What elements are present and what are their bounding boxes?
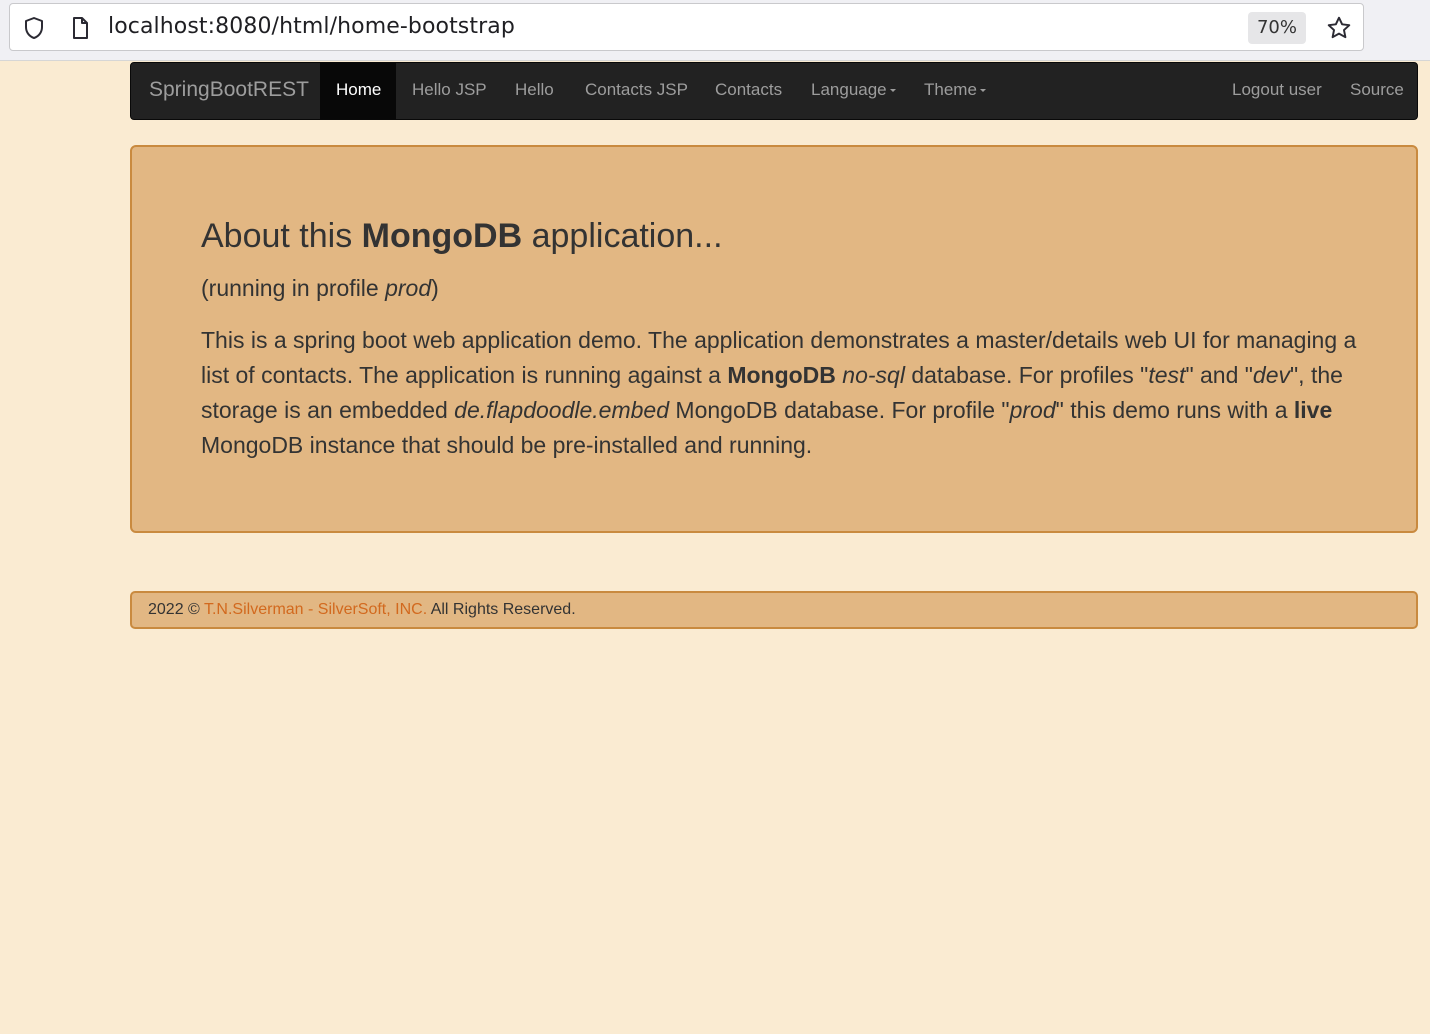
nav-item-source[interactable]: Source [1334, 63, 1420, 119]
nav-item-hello-jsp[interactable]: Hello JSP [396, 63, 503, 119]
desc-text: " this demo runs with a [1055, 397, 1294, 423]
nav-dropdown-theme[interactable]: Theme [908, 63, 1002, 119]
title-bold-text: MongoDB [361, 217, 523, 255]
desc-italic: de.flapdoodle.embed [454, 397, 670, 423]
nav-item-logout[interactable]: Logout user [1216, 63, 1338, 119]
description: This is a spring boot web application de… [201, 323, 1361, 463]
desc-italic: dev [1252, 362, 1291, 388]
title-text: application... [522, 217, 723, 255]
about-panel: About this MongoDB application... (runni… [130, 145, 1418, 533]
desc-text: " and " [1185, 362, 1253, 388]
footer: 2022 © T.N.Silverman - SilverSoft, INC. … [130, 591, 1418, 629]
desc-text: MongoDB instance that should be pre-inst… [201, 432, 813, 458]
footer-copyright: 2022 © [148, 601, 200, 618]
profile-text: ) [431, 275, 439, 301]
nav-dropdown-theme-label: Theme [924, 80, 977, 99]
desc-italic: test [1148, 362, 1186, 388]
caret-down-icon [979, 89, 986, 93]
nav-dropdown-language-label: Language [811, 80, 887, 99]
bookmark-star-icon[interactable] [1326, 15, 1352, 41]
footer-rights: All Rights Reserved. [430, 601, 576, 618]
desc-italic: no-sql [842, 362, 905, 388]
navbar-brand[interactable]: SpringBootREST [149, 63, 309, 117]
desc-bold: live [1293, 397, 1333, 423]
nav-item-hello[interactable]: Hello [499, 63, 570, 119]
desc-italic: prod [1009, 397, 1056, 423]
desc-bold: MongoDB [727, 362, 836, 388]
browser-toolbar: localhost:8080/html/home-bootstrap 70% [0, 0, 1430, 61]
nav-item-home[interactable]: Home [320, 63, 396, 119]
nav-item-contacts-jsp[interactable]: Contacts JSP [569, 63, 704, 119]
caret-down-icon [889, 89, 896, 93]
shield-icon[interactable] [22, 16, 46, 40]
profile-name: prod [385, 275, 432, 301]
title-text: About this [201, 217, 362, 255]
page-icon [73, 17, 88, 39]
zoom-level-button[interactable]: 70% [1248, 12, 1306, 44]
desc-text: database. For profiles " [904, 362, 1149, 388]
url-text[interactable]: localhost:8080/html/home-bootstrap [108, 14, 515, 39]
profile-text: (running in profile [201, 275, 386, 301]
page-title: About this MongoDB application... [201, 217, 723, 256]
desc-text: MongoDB database. For profile " [669, 397, 1010, 423]
footer-author-link[interactable]: T.N.Silverman - SilverSoft, INC. [204, 601, 427, 618]
nav-dropdown-language[interactable]: Language [795, 63, 912, 119]
profile-line: (running in profile prod) [201, 275, 439, 302]
navbar: SpringBootREST Home Hello JSP Hello Cont… [130, 62, 1418, 120]
address-bar[interactable]: localhost:8080/html/home-bootstrap 70% [9, 3, 1364, 51]
nav-item-contacts[interactable]: Contacts [699, 63, 798, 119]
